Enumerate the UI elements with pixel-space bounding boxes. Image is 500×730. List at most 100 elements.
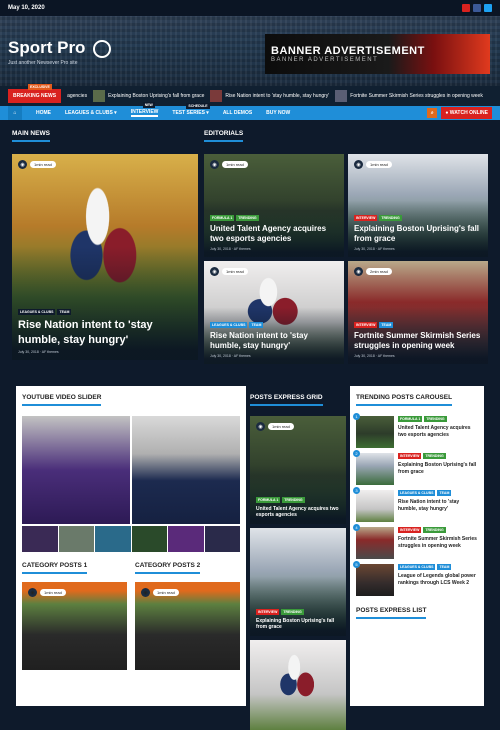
nav-item-all-demos[interactable]: ALL DEMOS <box>223 110 252 116</box>
site-title[interactable]: Sport Pro <box>8 38 85 58</box>
tag[interactable]: TEAM <box>437 564 452 570</box>
ticker-item[interactable]: agencies <box>67 93 87 99</box>
video-thumb[interactable] <box>58 526 94 552</box>
twitter-icon[interactable] <box>484 4 492 12</box>
home-icon[interactable]: ⌂ <box>8 106 22 120</box>
tag[interactable]: TRENDING <box>282 496 305 503</box>
trending-item[interactable]: 4 INTERVIEW TRENDING Fortnite Summer Skirmi… <box>353 524 478 559</box>
camera-icon: ◉ <box>141 588 150 597</box>
express-card[interactable]: INTERVIEW TRENDING Explaining Boston Upri… <box>250 528 346 636</box>
tag[interactable]: TRENDING <box>424 416 447 422</box>
category-post-card[interactable]: ◉ 1min read <box>22 582 127 670</box>
facebook-icon[interactable] <box>473 4 481 12</box>
ticker-item[interactable]: Explaining Boston Uprising's fall from g… <box>93 90 204 102</box>
ticker-item-text[interactable]: Rise Nation intent to 'stay humble, stay… <box>225 93 329 99</box>
trending-headline[interactable]: Fortnite Summer Skirmish Series struggle… <box>398 536 478 549</box>
ticker-item[interactable]: Fortnite Summer Skirmish Series struggle… <box>335 90 483 102</box>
nav-item-test-series[interactable]: SCHEDULE TEST SERIES ▾ <box>172 103 210 116</box>
nav-item-buy-now[interactable]: BUY NOW <box>266 110 290 116</box>
tag[interactable]: LEAGUES & CLUBS <box>210 322 248 328</box>
tag[interactable]: TEAM <box>437 490 452 496</box>
video-thumb[interactable] <box>22 526 58 552</box>
trending-headline[interactable]: League of Legends global power rankings … <box>398 573 478 586</box>
youtube-video-slider[interactable] <box>22 40 240 524</box>
tag[interactable]: TRENDING <box>423 453 446 459</box>
card-headline[interactable]: Explaining Boston Uprising's fall from g… <box>354 224 482 244</box>
nav-item-interview[interactable]: NEW INTERVIEW <box>130 102 159 117</box>
watch-online-label[interactable]: WATCH ONLINE <box>450 110 488 116</box>
nav-label[interactable]: LEAGUES & CLUBS <box>65 110 113 116</box>
youtube-slider-title: YOUTUBE VIDEO SLIDER <box>22 394 102 406</box>
watch-online-button[interactable]: ● WATCH ONLINE <box>441 107 492 119</box>
express-card[interactable]: ◉ 1min read FORMULA 1 TRENDING United Tale… <box>250 416 346 524</box>
tag[interactable]: LEAGUES & CLUBS <box>398 490 436 496</box>
tag[interactable]: FORMULA 1 <box>256 496 281 503</box>
tag-list: INTERVIEW TRENDING <box>354 215 482 221</box>
video-thumbnail[interactable] <box>22 416 130 524</box>
trending-headline[interactable]: Rise Nation intent to 'stay humble, stay… <box>398 499 478 512</box>
trending-thumbnail[interactable] <box>356 453 394 485</box>
video-thumb[interactable] <box>131 526 167 552</box>
banner-advertisement[interactable]: BANNER ADVERTISEMENT BANNER ADVERTISEMEN… <box>265 34 490 74</box>
nav-item-leagues-clubs[interactable]: LEAGUES & CLUBS ▾ <box>65 110 117 116</box>
video-thumb[interactable] <box>95 526 131 552</box>
trending-item[interactable]: 5 LEAGUES & CLUBS TEAM League of Legends gl… <box>353 561 478 596</box>
trending-item[interactable]: 2 INTERVIEW TRENDING Explaining Boston Upri… <box>353 450 478 485</box>
tag[interactable]: TRENDING <box>236 215 259 221</box>
video-thumb[interactable] <box>204 526 240 552</box>
tag[interactable]: INTERVIEW <box>354 322 378 328</box>
tag[interactable]: INTERVIEW <box>354 215 378 221</box>
tag[interactable]: TEAM <box>57 309 72 316</box>
nav-item-home[interactable]: HOME <box>36 110 51 116</box>
tag[interactable]: INTERVIEW <box>256 608 280 615</box>
tag[interactable]: TEAM <box>249 322 264 328</box>
tag[interactable]: FORMULA 1 <box>210 215 235 221</box>
main-news-card[interactable]: ◉ 1min read LEAGUES & CLUBS TEAM Rise Nati… <box>12 154 198 360</box>
play-icon[interactable] <box>93 40 111 58</box>
tag[interactable]: TRENDING <box>379 215 402 221</box>
category-post-card[interactable]: ◉ 1min read <box>135 582 240 670</box>
editorial-card[interactable]: ◉ 1min read FORMULA 1 TRENDING United Tale… <box>204 154 344 257</box>
editorial-card[interactable]: ◉ 1min read INTERVIEW TRENDING Explaining … <box>348 154 488 257</box>
editorial-card[interactable]: ◉ 2min read INTERVIEW TEAM Fortnite Summer… <box>348 261 488 364</box>
category-posts-1-title: CATEGORY POSTS 1 <box>22 562 88 574</box>
tag[interactable]: INTERVIEW <box>398 527 422 533</box>
video-thumbnail[interactable] <box>132 416 240 524</box>
trending-thumbnail[interactable] <box>356 490 394 522</box>
tag-list: INTERVIEW TRENDING <box>398 527 478 533</box>
nav-label[interactable]: TEST SERIES <box>172 110 205 116</box>
trending-headline[interactable]: Explaining Boston Uprising's fall from g… <box>398 462 478 475</box>
trending-thumbnail[interactable] <box>356 564 394 596</box>
video-thumb[interactable] <box>168 526 204 552</box>
editorial-card[interactable]: ◉ 1min read LEAGUES & CLUBS TEAM Rise Nati… <box>204 261 344 364</box>
ticker-item-text[interactable]: Fortnite Summer Skirmish Series struggle… <box>350 93 483 99</box>
trending-headline[interactable]: United Talent Agency acquires two esport… <box>398 425 478 438</box>
card-headline[interactable]: United Talent Agency acquires two esport… <box>256 506 340 519</box>
tag[interactable]: TRENDING <box>281 608 304 615</box>
express-card[interactable] <box>250 640 346 730</box>
ticker-item[interactable]: Rise Nation intent to 'stay humble, stay… <box>210 90 329 102</box>
card-headline[interactable]: United Talent Agency acquires two esport… <box>210 224 338 244</box>
tag[interactable]: LEAGUES & CLUBS <box>18 309 56 316</box>
ticker-thumbnail <box>335 90 348 102</box>
card-headline[interactable]: Fortnite Summer Skirmish Series struggle… <box>354 331 482 351</box>
ticker-item-text[interactable]: Explaining Boston Uprising's fall from g… <box>108 93 204 99</box>
youtube-icon[interactable] <box>462 4 470 12</box>
search-icon[interactable]: ⌕ <box>427 108 438 118</box>
nav-label[interactable]: INTERVIEW <box>131 109 159 115</box>
card-headline[interactable]: Rise Nation intent to 'stay humble, stay… <box>210 331 338 351</box>
tag[interactable]: LEAGUES & CLUBS <box>398 564 436 570</box>
tag[interactable]: TRENDING <box>423 527 446 533</box>
trending-thumbnail[interactable] <box>356 527 394 559</box>
trending-thumbnail[interactable] <box>356 416 394 448</box>
card-headline[interactable]: Explaining Boston Uprising's fall from g… <box>256 618 340 631</box>
read-time-label: 1min read <box>40 589 66 596</box>
card-headline[interactable]: Rise Nation intent to 'stay humble, stay… <box>18 318 192 347</box>
site-branding[interactable]: Sport Pro Just another Newsever Pro site <box>8 38 85 66</box>
tag[interactable]: INTERVIEW <box>398 453 422 459</box>
trending-item[interactable]: 1 FORMULA 1 TRENDING United Talent Agency a… <box>353 413 478 448</box>
tag[interactable]: TEAM <box>379 322 394 328</box>
trending-item[interactable]: 3 LEAGUES & CLUBS TEAM Rise Nation intent t… <box>353 487 478 522</box>
tag[interactable]: FORMULA 1 <box>398 416 423 422</box>
ticker-item-text[interactable]: agencies <box>67 93 87 99</box>
